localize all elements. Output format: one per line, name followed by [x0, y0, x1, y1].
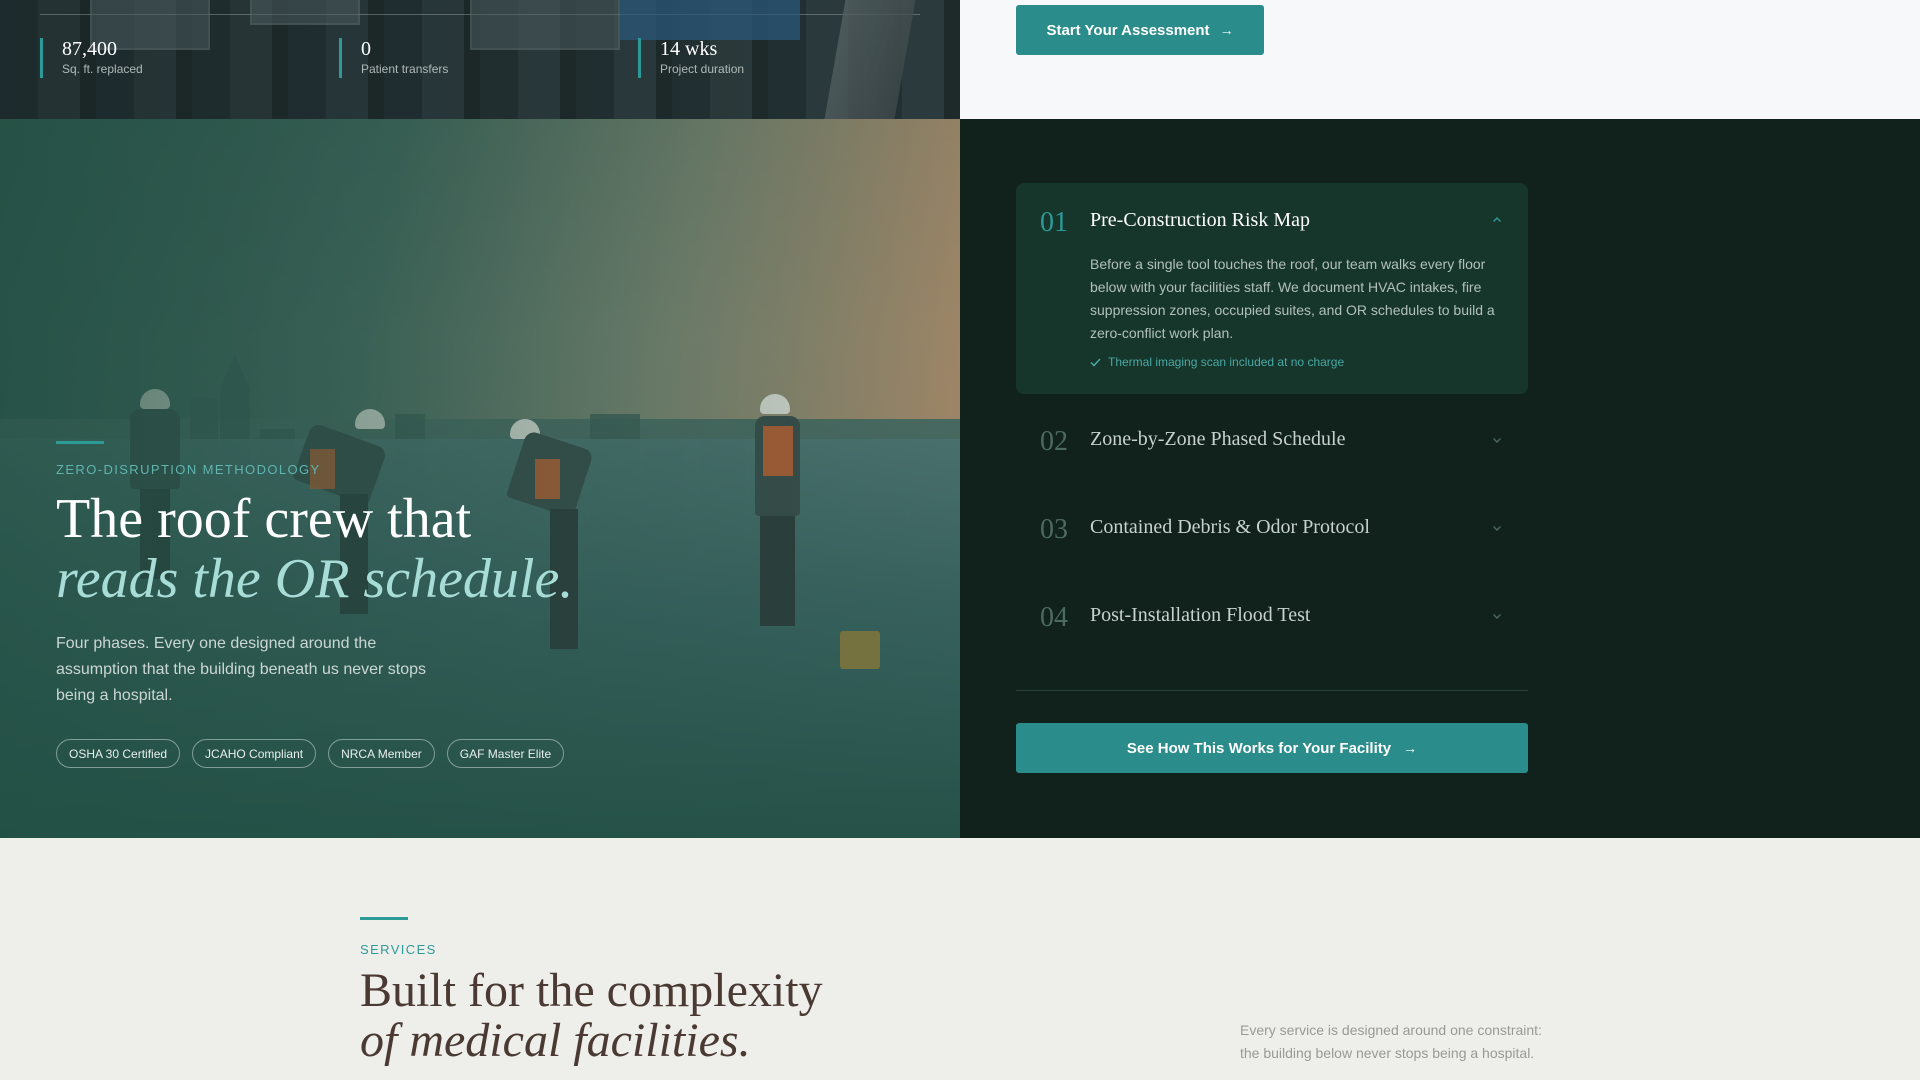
services-title: Built for the complexity of medical faci… — [360, 966, 823, 1066]
step-number: 04 — [1040, 602, 1068, 633]
chevron-down-icon[interactable] — [1492, 523, 1502, 533]
stat-label: Project duration — [660, 62, 745, 76]
stat-value: 14 wks — [660, 38, 718, 60]
hero-subtitle: Four phases. Every one designed around t… — [56, 635, 427, 704]
step-number: 03 — [1040, 514, 1068, 545]
stat-project-duration: 14 wks Project duration — [638, 38, 744, 78]
arrow-right-icon: → — [1219, 22, 1234, 38]
accent-line — [56, 441, 104, 444]
step-description: Before a single tool touches the roof, o… — [1090, 256, 1495, 341]
step-note: Thermal imaging scan included at no char… — [1090, 355, 1344, 369]
stat-sq-ft: 87,400 Sq. ft. replaced — [40, 38, 143, 78]
badge-nrca: NRCA Member — [328, 739, 435, 768]
see-how-it-works-button[interactable]: See How This Works for Your Facility → — [1016, 723, 1528, 773]
step-title: Zone-by-Zone Phased Schedule — [1090, 428, 1346, 450]
chevron-down-icon[interactable] — [1492, 435, 1502, 445]
hero-content: ZERO-DISRUPTION METHODOLOGY The roof cre… — [56, 441, 696, 768]
chevron-up-icon[interactable] — [1492, 215, 1502, 225]
stat-patient-transfers: 0 Patient transfers — [339, 38, 448, 78]
accordion-item-2[interactable]: 02 Zone-by-Zone Phased Schedule — [1016, 402, 1528, 482]
services-title-line: Built for the complexity — [360, 964, 823, 1017]
button-label: Start Your Assessment — [1046, 21, 1210, 39]
accordion-item-1[interactable]: 01 Pre-Construction Risk Map Before a si… — [1016, 183, 1528, 394]
certification-badges: OSHA 30 Certified JCAHO Compliant NRCA M… — [56, 739, 696, 768]
accent-line — [360, 917, 408, 920]
services-title-emphasis: of medical facilities. — [360, 1014, 751, 1067]
step-title: Contained Debris & Odor Protocol — [1090, 516, 1370, 538]
accordion-item-4[interactable]: 04 Post-Installation Flood Test — [1016, 578, 1528, 658]
stat-label: Sq. ft. replaced — [62, 62, 143, 76]
arrow-right-icon: → — [1403, 740, 1418, 756]
hero-title-emphasis: reads the OR schedule. — [56, 548, 574, 610]
badge-gaf: GAF Master Elite — [446, 739, 565, 768]
methodology-steps: 01 Pre-Construction Risk Map Before a si… — [960, 119, 1920, 838]
badge-osha: OSHA 30 Certified — [56, 739, 181, 768]
step-number: 02 — [1040, 426, 1068, 457]
hero-section: ZERO-DISRUPTION METHODOLOGY The roof cre… — [0, 119, 960, 838]
project-stats-band: 87,400 Sq. ft. replaced 0 Patient transf… — [0, 0, 1920, 119]
assessment-cta-area: Start Your Assessment → — [960, 0, 1920, 119]
services-section: SERVICES Built for the complexity of med… — [0, 838, 1920, 1080]
stat-value: 0 — [361, 38, 371, 60]
step-title: Pre-Construction Risk Map — [1090, 209, 1310, 231]
chevron-down-icon[interactable] — [1492, 611, 1502, 621]
step-number: 01 — [1040, 207, 1068, 238]
services-description: Every service is designed around one con… — [1240, 1022, 1542, 1061]
step-note-text: Thermal imaging scan included at no char… — [1108, 355, 1345, 369]
button-label: See How This Works for Your Facility — [1126, 739, 1392, 757]
start-assessment-button[interactable]: Start Your Assessment → — [1016, 5, 1264, 55]
aerial-photo: 87,400 Sq. ft. replaced 0 Patient transf… — [0, 0, 960, 119]
check-icon — [1090, 357, 1101, 367]
stat-label: Patient transfers — [361, 62, 449, 76]
step-title: Post-Installation Flood Test — [1090, 604, 1311, 626]
hero-title: The roof crew that — [56, 488, 472, 550]
accordion-item-3[interactable]: 03 Contained Debris & Odor Protocol — [1016, 490, 1528, 570]
stat-value: 87,400 — [62, 38, 117, 60]
hero-eyebrow: ZERO-DISRUPTION METHODOLOGY — [56, 462, 321, 477]
steps-divider — [1016, 690, 1528, 691]
services-eyebrow: SERVICES — [360, 942, 437, 957]
badge-jcaho: JCAHO Compliant — [192, 739, 317, 768]
